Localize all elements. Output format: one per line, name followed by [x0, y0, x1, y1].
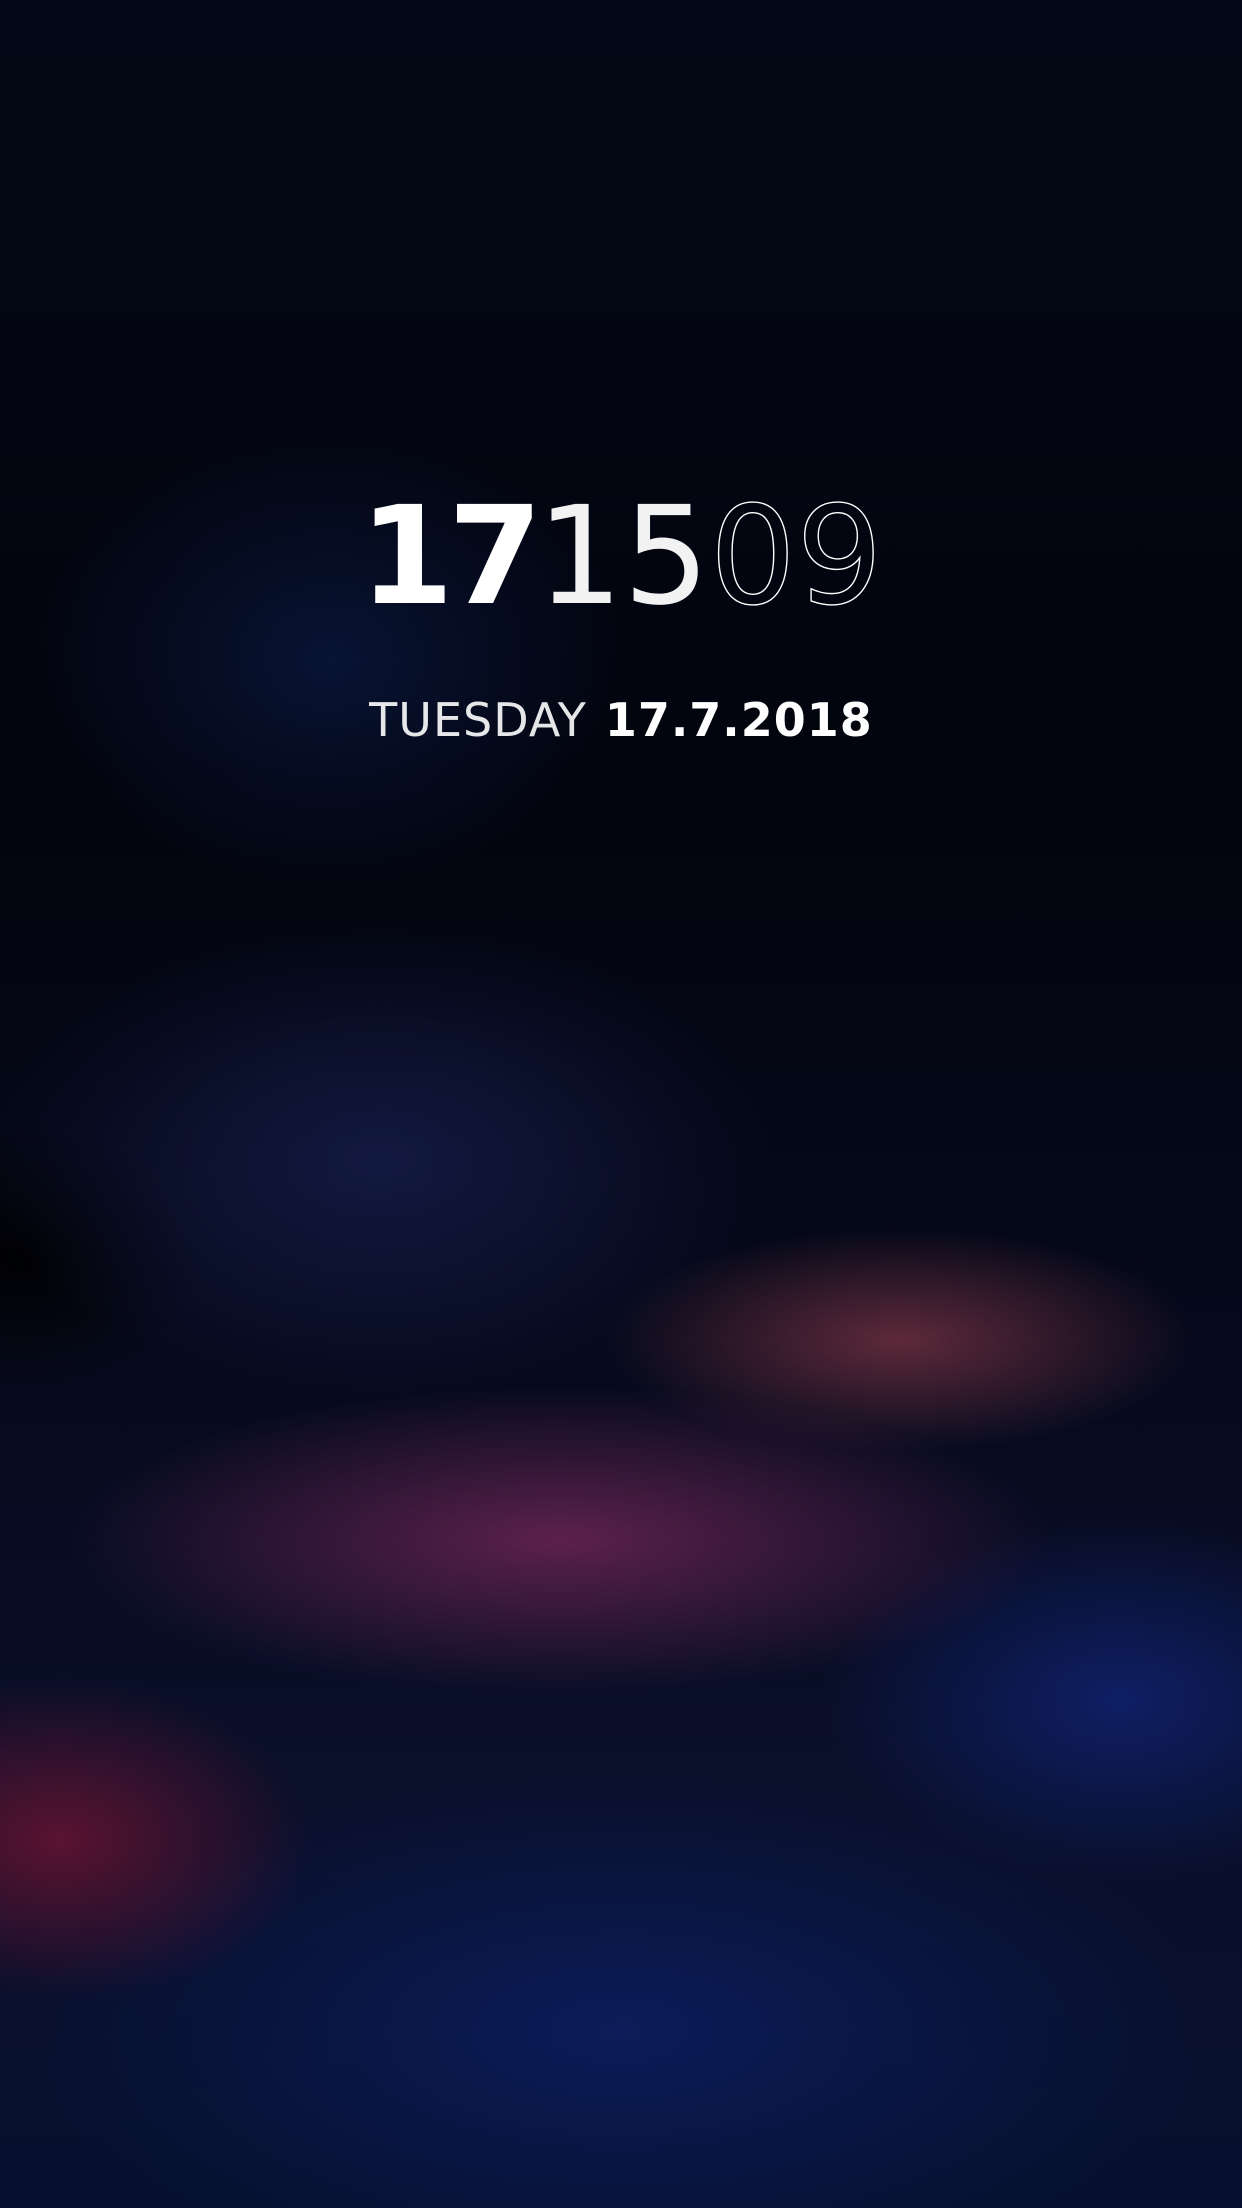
- wallpaper-background: [0, 0, 1242, 2208]
- clock: 171509: [0, 481, 1242, 632]
- lock-screen: 171509 TUESDAY 17.7.2018: [0, 0, 1242, 2208]
- clock-minutes: 15: [536, 478, 710, 636]
- clock-hours: 17: [359, 478, 542, 636]
- date-full: 17.7.2018: [604, 693, 873, 747]
- date-weekday: TUESDAY: [369, 693, 587, 747]
- date-line: TUESDAY 17.7.2018: [0, 690, 1242, 750]
- clock-seconds: 09: [709, 478, 883, 636]
